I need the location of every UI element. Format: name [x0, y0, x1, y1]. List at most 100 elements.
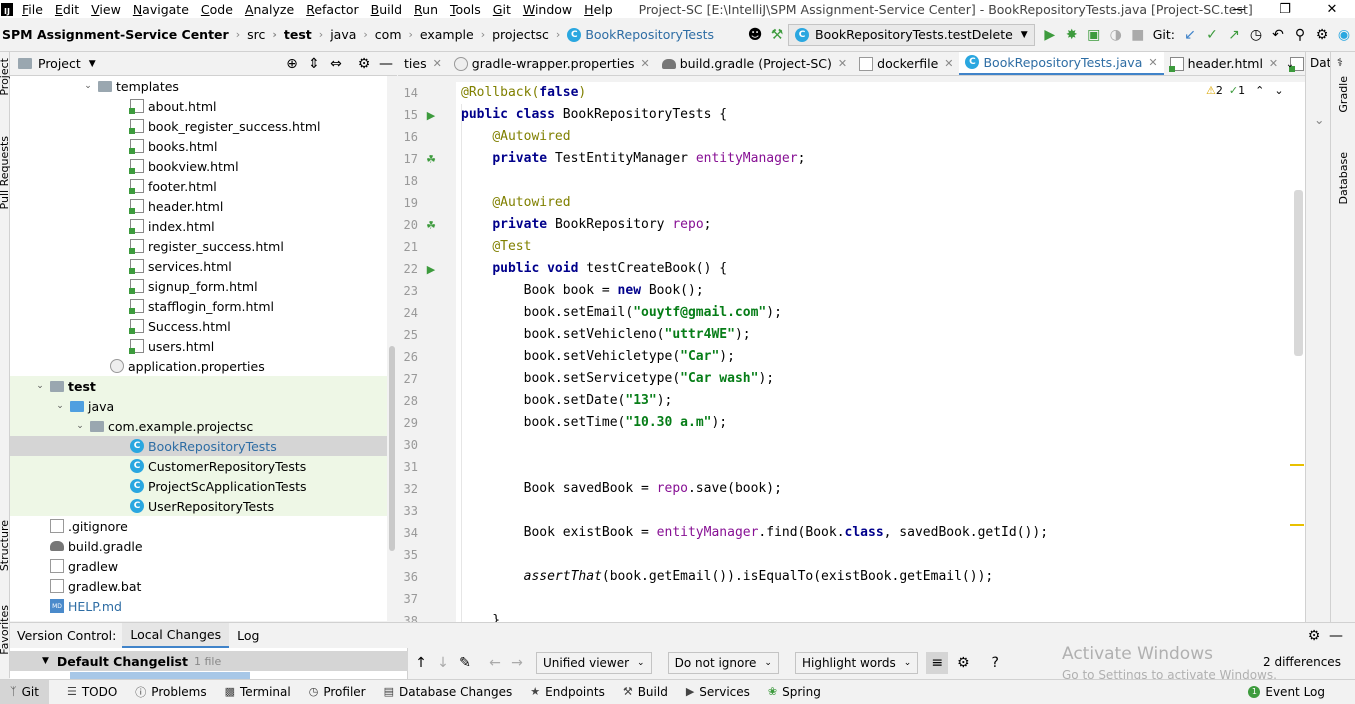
code-line[interactable]: public class BookRepositoryTests { — [461, 104, 727, 126]
code-line[interactable]: @Test — [461, 236, 531, 258]
code-line[interactable]: book.setVehicletype("Car"); — [461, 346, 735, 368]
back-icon[interactable]: ← — [484, 652, 506, 674]
database-tool-tab[interactable]: Database — [1337, 152, 1350, 205]
menu-build[interactable]: Build — [371, 2, 402, 17]
menu-analyze[interactable]: Analyze — [245, 2, 294, 17]
editor-tab[interactable]: build.gradle (Project-SC) ✕ — [656, 52, 853, 75]
project-tree-scrollbar[interactable] — [387, 76, 397, 621]
menu-refactor[interactable]: Refactor — [306, 2, 358, 17]
tree-item[interactable]: about.html — [10, 96, 387, 116]
editor-tab[interactable]: ties ✕ — [398, 52, 448, 75]
ignore-select[interactable]: Do not ignore ⌄ — [667, 652, 779, 674]
close-icon[interactable]: ✕ — [1309, 0, 1355, 18]
tree-item[interactable]: users.html — [10, 336, 387, 356]
expand-arrow-icon[interactable]: ⌄ — [74, 421, 86, 431]
close-tab-icon[interactable]: ✕ — [1148, 56, 1157, 69]
tree-item[interactable]: footer.html — [10, 176, 387, 196]
highlight-select[interactable]: Highlight words ⌄ — [794, 652, 919, 674]
code-editor[interactable]: @Rollback(false) public class BookReposit… — [456, 82, 1305, 622]
tree-item[interactable]: stafflogin_form.html — [10, 296, 387, 316]
warning-marker[interactable] — [1290, 524, 1304, 526]
tool-git[interactable]: ᛉ Git — [0, 679, 49, 704]
tree-item[interactable]: C CustomerRepositoryTests — [10, 456, 387, 476]
tree-item[interactable]: Success.html — [10, 316, 387, 336]
code-line[interactable]: Book savedBook = repo.save(book); — [461, 478, 782, 500]
menu-window[interactable]: Window — [523, 2, 572, 17]
close-tab-icon[interactable]: ✕ — [944, 57, 953, 70]
tool-event-log[interactable]: 1 Event Log — [1248, 685, 1325, 699]
gear-icon[interactable]: ⚙ — [952, 652, 974, 674]
close-tab-icon[interactable]: ✕ — [640, 57, 649, 70]
git-push-icon[interactable]: ↗ — [1223, 24, 1245, 46]
collapse-all-icon[interactable]: ⇔ — [325, 53, 347, 75]
next-highlight-icon[interactable]: ⌄ — [1274, 84, 1283, 97]
tree-item[interactable]: application.properties — [10, 356, 387, 376]
user-icon[interactable]: ☻ — [744, 24, 766, 46]
project-view-title[interactable]: Project — [38, 56, 81, 71]
viewer-select[interactable]: Unified viewer ⌄ — [536, 652, 652, 674]
tool-profiler[interactable]: ◷ Profiler — [309, 685, 366, 699]
tree-item[interactable]: signup_form.html — [10, 276, 387, 296]
restore-icon[interactable]: ❐ — [1262, 0, 1308, 18]
tree-item[interactable]: header.html — [10, 196, 387, 216]
close-tab-icon[interactable]: ✕ — [1269, 57, 1278, 70]
tool-services[interactable]: ▶ Services — [686, 685, 750, 699]
code-line[interactable]: book.setServicetype("Car wash"); — [461, 368, 774, 390]
editor-tab[interactable]: gradle-wrapper.properties ✕ — [448, 52, 656, 75]
minimize-icon[interactable]: — — [1216, 0, 1262, 18]
tab-local-changes[interactable]: Local Changes — [122, 622, 230, 649]
tool-endpoints[interactable]: ★ Endpoints — [530, 685, 605, 699]
hammer-icon[interactable]: ⚒ — [766, 24, 788, 46]
tabs-dropdown-icon[interactable]: ⌄ — [1280, 56, 1300, 72]
collapse-unchanged-icon[interactable]: ≡ — [926, 652, 949, 674]
tree-item[interactable]: index.html — [10, 216, 387, 236]
breadcrumb-src[interactable]: › src — [229, 27, 266, 42]
edit-source-icon[interactable]: ✎ — [454, 652, 476, 674]
tree-item[interactable]: ⌄ templates — [10, 76, 387, 96]
previous-difference-icon[interactable]: ↑ — [410, 652, 432, 674]
code-line[interactable]: book.setEmail("ouytf@gmail.com"); — [461, 302, 782, 324]
tree-item[interactable]: ⌄ com.example.projectsc — [10, 416, 387, 436]
breadcrumb-projectsc[interactable]: › projectsc — [474, 27, 549, 42]
tool-build[interactable]: ⚒ Build — [623, 685, 668, 699]
tree-item[interactable]: register_success.html — [10, 236, 387, 256]
bean-gutter-icon[interactable]: ☘ — [424, 152, 438, 166]
code-line[interactable]: private BookRepository repo; — [461, 214, 711, 236]
rollback-icon[interactable]: ↶ — [1267, 24, 1289, 46]
code-line[interactable]: public void testCreateBook() { — [461, 258, 727, 280]
breadcrumb-class[interactable]: › C BookRepositoryTests — [549, 27, 714, 42]
menu-file[interactable]: File — [22, 2, 43, 17]
expand-arrow-icon[interactable]: ⌄ — [54, 401, 66, 411]
run-icon[interactable]: ▶ — [1039, 24, 1061, 46]
tree-item[interactable]: ⌄ test — [10, 376, 387, 396]
gear-icon[interactable]: ⚙ — [353, 53, 375, 75]
scrollbar-thumb[interactable] — [389, 346, 395, 551]
profile-icon[interactable]: ◑ — [1105, 24, 1127, 46]
breadcrumb-com[interactable]: › com — [356, 27, 401, 42]
menu-tools[interactable]: Tools — [450, 2, 481, 17]
expand-arrow-icon[interactable]: ⌄ — [34, 381, 46, 391]
code-line[interactable]: @Autowired — [461, 192, 570, 214]
tree-item[interactable]: build.gradle — [10, 536, 387, 556]
tree-item[interactable]: .gitignore — [10, 516, 387, 536]
previous-highlight-icon[interactable]: ⌃ — [1255, 84, 1264, 97]
menu-view[interactable]: View — [91, 2, 121, 17]
close-tab-icon[interactable]: ✕ — [433, 57, 442, 70]
changed-file-row[interactable] — [70, 672, 250, 679]
code-line[interactable]: Book book = new Book(); — [461, 280, 704, 302]
editor-tab[interactable]: header.html ✕ — [1164, 52, 1285, 75]
tool-terminal[interactable]: ▩ Terminal — [225, 685, 291, 699]
menu-code[interactable]: Code — [201, 2, 233, 17]
tree-item[interactable]: C ProjectScApplicationTests — [10, 476, 387, 496]
gear-icon[interactable]: ⚙ — [1303, 625, 1325, 647]
search-icon[interactable]: ⚲ — [1289, 24, 1311, 46]
debug-icon[interactable]: ✸ — [1061, 24, 1083, 46]
bean-gutter-icon[interactable]: ☘ — [424, 218, 438, 232]
editor-scrollbar-thumb[interactable] — [1294, 190, 1303, 356]
forward-icon[interactable]: → — [506, 652, 528, 674]
gradle-tool-tab[interactable]: Gradle — [1337, 76, 1350, 113]
code-line[interactable]: private TestEntityManager entityManager; — [461, 148, 805, 170]
tree-item[interactable]: services.html — [10, 256, 387, 276]
code-line[interactable]: @Autowired — [461, 126, 570, 148]
tree-item-selected[interactable]: C BookRepositoryTests — [10, 436, 387, 456]
